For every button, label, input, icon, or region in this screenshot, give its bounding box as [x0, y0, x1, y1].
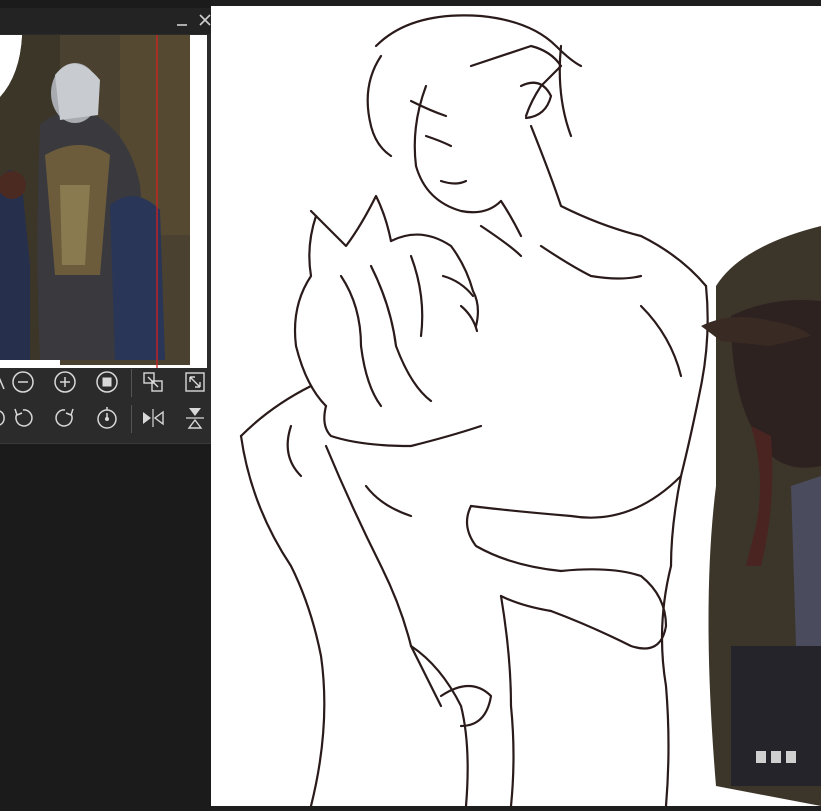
zoom-in-button[interactable]: [52, 369, 78, 395]
fill-window-icon: [185, 372, 205, 392]
actual-size-button[interactable]: [94, 369, 120, 395]
flip-horizontal-icon: [143, 409, 164, 427]
rotate-right-button[interactable]: [52, 405, 78, 431]
flip-vertical-button[interactable]: [182, 405, 208, 431]
sketch-artwork: [239, 14, 821, 806]
fill-window-button[interactable]: [182, 369, 208, 395]
minimize-icon: [177, 24, 187, 26]
navigator-panel: [0, 8, 224, 444]
zoom-in-icon: [54, 371, 76, 393]
navigator-titlebar[interactable]: [0, 8, 224, 34]
navigator-toolbar-rotate: [0, 401, 224, 435]
canvas-bottom-edge: [211, 806, 821, 811]
navigator-toolbar-zoom: [0, 365, 224, 399]
rotate-left-icon: [14, 408, 33, 427]
empty-panel-area: [0, 444, 211, 811]
preview-thumbnail: [0, 35, 190, 368]
reset-rotation-icon: [97, 407, 117, 429]
navigator-preview[interactable]: [0, 35, 207, 368]
rotate-right-icon: [55, 408, 74, 427]
zoom-out-button[interactable]: [10, 369, 36, 395]
reset-rotation-button[interactable]: [94, 405, 120, 431]
flip-vertical-icon: [186, 408, 204, 429]
flip-horizontal-button[interactable]: [140, 405, 166, 431]
rotate-left-button[interactable]: [10, 405, 36, 431]
zoom-out-icon: [12, 371, 34, 393]
fit-window-button[interactable]: [140, 369, 166, 395]
minimize-button[interactable]: [172, 10, 192, 30]
fit-window-icon: [143, 372, 163, 392]
toolbar-separator: [131, 369, 132, 397]
drawing-canvas[interactable]: [211, 6, 821, 806]
actual-size-icon: [96, 371, 118, 393]
reference-photo-overlay: [701, 226, 821, 806]
toolbar-separator: [131, 405, 132, 433]
